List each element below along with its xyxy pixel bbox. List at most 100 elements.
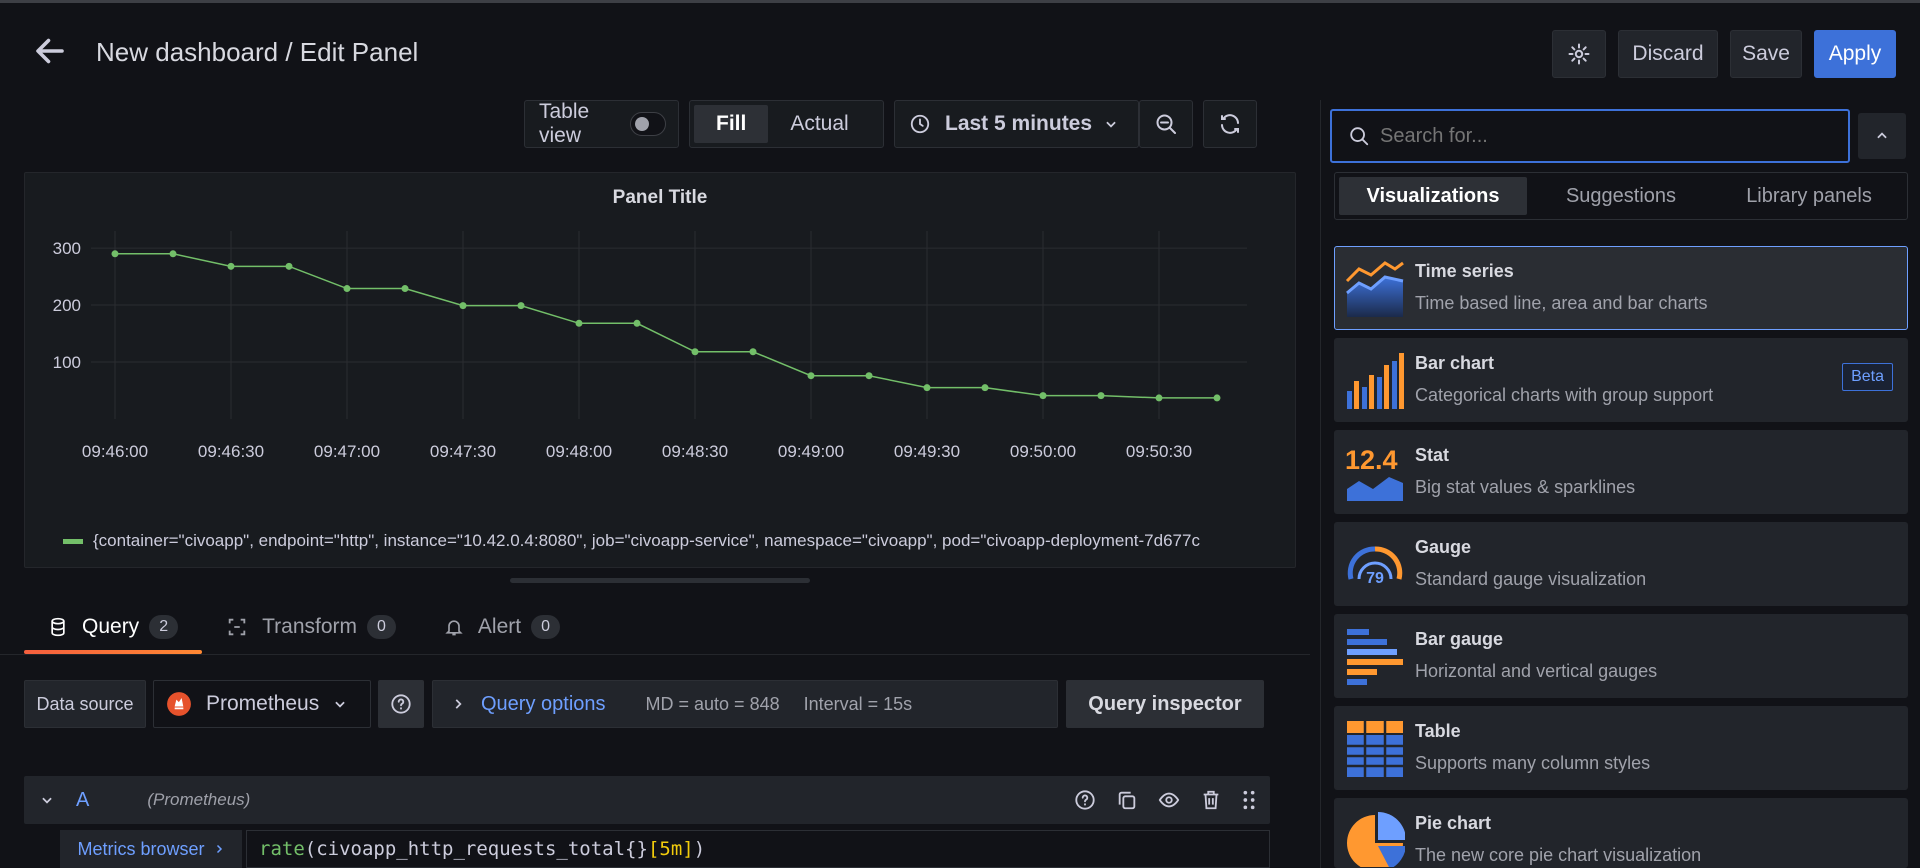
data-point: [1213, 394, 1221, 402]
settings-button[interactable]: [1552, 30, 1606, 78]
viz-name: Table: [1415, 721, 1461, 741]
bar-chart-viz-icon: [1347, 353, 1404, 409]
data-point: [459, 302, 467, 310]
data-source-picker[interactable]: Prometheus: [153, 680, 371, 728]
time-range-picker[interactable]: Last 5 minutes: [894, 100, 1139, 148]
apply-button[interactable]: Apply: [1814, 30, 1896, 78]
metrics-browser-label: Metrics browser: [77, 838, 205, 859]
chevron-right-icon: [216, 844, 222, 854]
data-point: [1155, 394, 1163, 402]
drag-handle-icon[interactable]: [1242, 789, 1256, 811]
viz-name: Time series: [1415, 261, 1514, 281]
discard-button[interactable]: Discard: [1618, 30, 1718, 78]
data-point: [923, 384, 931, 392]
legend-swatch: [63, 538, 83, 544]
chevron-down-icon: [335, 701, 345, 708]
actual-option[interactable]: Actual: [768, 105, 870, 143]
tab-suggestions[interactable]: Suggestions: [1527, 177, 1715, 215]
promql-input[interactable]: rate (civoapp_http_requests_total{} [5m]): [246, 830, 1270, 868]
series-line: [115, 253, 1217, 399]
viz-search-input[interactable]: [1380, 124, 1820, 148]
table-view-label: Table view: [539, 100, 590, 147]
gauge-viz-icon: 79: [1347, 546, 1403, 587]
tab-library-panels[interactable]: Library panels: [1715, 177, 1903, 215]
tab-transform-count: 0: [367, 615, 396, 639]
panel-resize-handle[interactable]: [510, 578, 810, 583]
chevron-up-icon: [1877, 132, 1887, 139]
query-source-name: (Prometheus): [147, 790, 251, 809]
x-tick-label: 09:46:00: [82, 442, 148, 461]
viz-card-bar-chart[interactable]: Bar chart Categorical charts with group …: [1334, 338, 1908, 422]
viz-search-box[interactable]: [1330, 109, 1850, 163]
zoom-out-button[interactable]: [1139, 100, 1193, 148]
zoom-out-icon: [1156, 114, 1176, 134]
data-point: [749, 348, 757, 356]
query-options-label: Query options: [481, 692, 606, 715]
query-options[interactable]: Query options MD = auto = 848 Interval =…: [432, 680, 1058, 728]
stat-icon-text: 12.4: [1345, 445, 1398, 475]
chevron-down-icon[interactable]: [40, 793, 54, 807]
x-tick-label: 09:50:00: [1010, 442, 1076, 461]
refresh-button[interactable]: [1203, 100, 1257, 148]
viz-desc: Time based line, area and bar charts: [1415, 293, 1708, 313]
table-view-toggle[interactable]: Table view: [524, 100, 679, 148]
back-arrow-icon[interactable]: [32, 33, 68, 69]
panel-preview[interactable]: Panel Title 100 200 300 09:46:00 09:46:30 09:…: [24, 172, 1296, 568]
viz-card-stat[interactable]: 12.4 Stat Big stat values & sparklines: [1334, 430, 1908, 514]
query-row-a: A (Prometheus): [24, 776, 1270, 824]
query-ref-id[interactable]: A: [76, 789, 89, 812]
panel-toolbar: Table view Fill Actual Last 5 minutes: [524, 100, 1257, 148]
database-icon: [51, 617, 65, 637]
viz-name: Stat: [1415, 445, 1450, 465]
eye-icon[interactable]: [1158, 789, 1180, 811]
data-source-help-button[interactable]: [378, 680, 424, 728]
transform-icon: [228, 618, 246, 636]
metrics-browser-button[interactable]: Metrics browser: [60, 830, 242, 868]
tab-transform-label: Transform: [262, 615, 357, 638]
viz-card-bar-gauge[interactable]: Bar gauge Horizontal and vertical gauges: [1334, 614, 1908, 698]
data-point: [981, 384, 989, 392]
gear-icon: [1568, 43, 1590, 65]
chart-legend[interactable]: {container="civoapp", endpoint="http", i…: [63, 531, 1285, 551]
x-tick-label: 09:48:30: [662, 442, 728, 461]
data-point: [865, 372, 873, 380]
expr-function: rate: [259, 838, 305, 860]
tab-query-label: Query: [82, 615, 140, 638]
max-data-points: MD = auto = 848: [645, 693, 780, 714]
query-inspector-button[interactable]: Query inspector: [1066, 680, 1264, 728]
viz-card-gauge[interactable]: 79 Gauge Standard gauge visualization: [1334, 522, 1908, 606]
help-circle-icon[interactable]: [1074, 789, 1096, 811]
chevron-right-icon: [455, 699, 462, 709]
tab-query[interactable]: Query 2: [24, 600, 203, 654]
viz-desc: Standard gauge visualization: [1415, 569, 1647, 589]
time-range-label: Last 5 minutes: [945, 112, 1093, 135]
chevron-down-icon: [1106, 121, 1116, 128]
pane-divider: [1320, 100, 1321, 868]
viz-name: Pie chart: [1415, 813, 1492, 833]
viz-card-table[interactable]: Table Supports many column styles: [1334, 706, 1908, 790]
viz-card-pie-chart[interactable]: Pie chart The new core pie chart visuali…: [1334, 798, 1908, 868]
table-view-switch[interactable]: [630, 112, 666, 136]
beta-badge: Beta: [1842, 363, 1893, 391]
gauge-icon-text: 79: [1366, 570, 1384, 587]
tab-alert-count: 0: [531, 615, 560, 639]
collapse-button[interactable]: [1858, 113, 1906, 159]
viz-desc: Supports many column styles: [1415, 753, 1651, 773]
trash-icon[interactable]: [1200, 789, 1222, 811]
query-interval: Interval = 15s: [803, 693, 913, 714]
fill-option[interactable]: Fill: [694, 105, 769, 143]
copy-icon[interactable]: [1116, 789, 1138, 811]
tab-alert[interactable]: Alert 0: [420, 600, 584, 654]
tab-visualizations[interactable]: Visualizations: [1339, 177, 1527, 215]
expr-range: [5m]: [647, 838, 694, 860]
x-tick-label: 09:47:30: [430, 442, 496, 461]
data-point: [169, 250, 177, 258]
data-point: [517, 302, 525, 310]
viz-card-time-series[interactable]: Time series Time based line, area and ba…: [1334, 246, 1908, 330]
tab-transform[interactable]: Transform 0: [202, 600, 420, 654]
viz-tabs: Visualizations Suggestions Library panel…: [1334, 172, 1908, 220]
save-button[interactable]: Save: [1730, 30, 1802, 78]
data-source-name: Prometheus: [206, 692, 320, 715]
query-editor-row: Metrics browser rate (civoapp_http_reques…: [60, 830, 1270, 868]
tab-query-count: 2: [149, 615, 179, 639]
